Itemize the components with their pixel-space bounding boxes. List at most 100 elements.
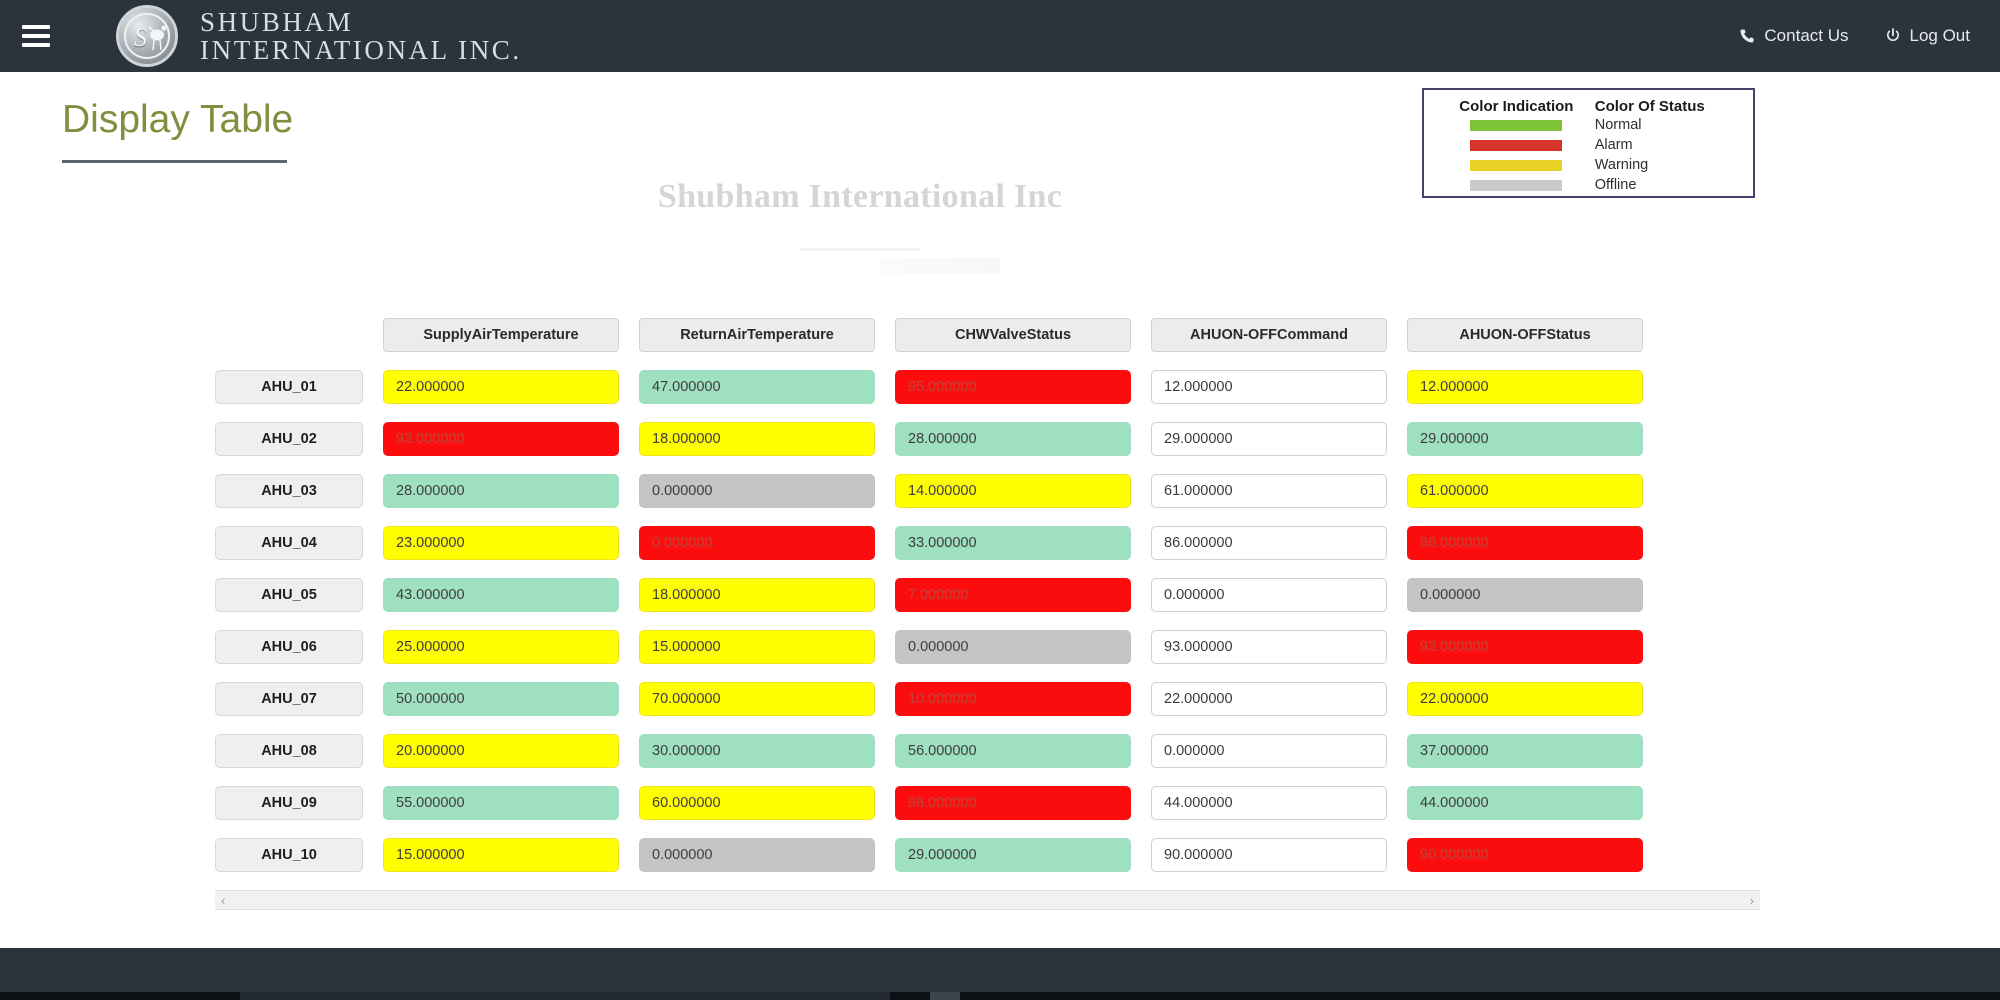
- brand-logo-group[interactable]: S SHUBHAM INTERNATIONAL INC.: [116, 5, 522, 67]
- row-label: AHU_05: [215, 578, 363, 612]
- hamburger-bar: [22, 34, 50, 38]
- status-cell: 61.000000: [1407, 474, 1643, 508]
- legend-status-label: Warning: [1594, 157, 1649, 173]
- command-input-field[interactable]: 93.000000: [1151, 630, 1387, 664]
- command-input-field[interactable]: 90.000000: [1151, 838, 1387, 872]
- log-out-link[interactable]: Log Out: [1885, 26, 1971, 46]
- status-cell: 12.000000: [1407, 370, 1643, 404]
- table-grid: SupplyAirTemperature ReturnAirTemperature…: [215, 318, 1760, 890]
- horizontal-scrollbar[interactable]: ‹ ›: [215, 890, 1760, 910]
- status-cell: 15.000000: [383, 838, 619, 872]
- status-cell: 90.000000: [1407, 838, 1643, 872]
- status-cell: 20.000000: [383, 734, 619, 768]
- scroll-right-arrow-icon[interactable]: ›: [1750, 893, 1754, 908]
- status-cell: 28.000000: [895, 422, 1131, 456]
- status-cell: 44.000000: [1407, 786, 1643, 820]
- status-cell: 0.000000: [1407, 578, 1643, 612]
- status-cell: 18.000000: [639, 422, 875, 456]
- logo-emblem-icon: [148, 25, 167, 51]
- row-label: AHU_03: [215, 474, 363, 508]
- phone-icon: [1740, 29, 1754, 43]
- command-input-field[interactable]: 0.000000: [1151, 734, 1387, 768]
- command-input-field[interactable]: 22.000000: [1151, 682, 1387, 716]
- command-input-field[interactable]: 0.000000: [1151, 578, 1387, 612]
- legend-swatch-cell: [1438, 119, 1595, 131]
- status-cell: 25.000000: [383, 630, 619, 664]
- status-cell: 0.000000: [895, 630, 1131, 664]
- contact-us-label: Contact Us: [1764, 26, 1849, 45]
- column-header: ReturnAirTemperature: [639, 318, 875, 352]
- status-cell: 18.000000: [639, 578, 875, 612]
- scroll-left-arrow-icon[interactable]: ‹: [221, 893, 225, 908]
- status-cell: 0.000000: [639, 838, 875, 872]
- display-table: SupplyAirTemperature ReturnAirTemperature…: [215, 318, 1760, 890]
- command-input-field[interactable]: 12.000000: [1151, 370, 1387, 404]
- legend-item: Alarm: [1424, 135, 1753, 155]
- status-cell: 95.000000: [895, 370, 1131, 404]
- brand-line-2: INTERNATIONAL INC.: [200, 35, 522, 65]
- row-label: AHU_10: [215, 838, 363, 872]
- watermark-decor-block: [880, 258, 1000, 274]
- legend-status-label: Alarm: [1594, 137, 1633, 153]
- legend-header-status: Color Of Status: [1594, 98, 1705, 115]
- brand-name: SHUBHAM INTERNATIONAL INC.: [200, 8, 522, 64]
- hamburger-bar: [22, 25, 50, 29]
- row-label: AHU_06: [215, 630, 363, 664]
- row-label: AHU_07: [215, 682, 363, 716]
- hamburger-menu-icon[interactable]: [14, 14, 58, 58]
- row-label: AHU_09: [215, 786, 363, 820]
- legend-swatch-cell: [1438, 159, 1595, 171]
- legend-swatch-cell: [1438, 139, 1595, 151]
- status-cell: 30.000000: [639, 734, 875, 768]
- column-header: AHUON-OFFStatus: [1407, 318, 1643, 352]
- status-cell: 0.000000: [639, 526, 875, 560]
- header-actions: Contact Us Log Out: [1739, 26, 1970, 46]
- hamburger-bar: [22, 43, 50, 47]
- status-cell: 56.000000: [895, 734, 1131, 768]
- status-cell: 93.000000: [383, 422, 619, 456]
- power-icon: [1886, 28, 1899, 42]
- command-input-field[interactable]: 44.000000: [1151, 786, 1387, 820]
- legend-header-color: Color Indication: [1459, 98, 1574, 115]
- legend-color-swatch: [1470, 139, 1563, 151]
- status-cell: 14.000000: [895, 474, 1131, 508]
- log-out-label: Log Out: [1909, 26, 1971, 45]
- column-header: AHUON-OFFCommand: [1151, 318, 1387, 352]
- legend-color-swatch: [1470, 159, 1563, 171]
- status-cell: 50.000000: [383, 682, 619, 716]
- row-label: AHU_01: [215, 370, 363, 404]
- status-cell: 15.000000: [639, 630, 875, 664]
- status-cell: 7.000000: [895, 578, 1131, 612]
- legend-header-row: Color Indication Color Of Status: [1424, 98, 1753, 115]
- contact-us-link[interactable]: Contact Us: [1739, 26, 1849, 46]
- command-input-field[interactable]: 29.000000: [1151, 422, 1387, 456]
- row-label: AHU_02: [215, 422, 363, 456]
- command-input-field[interactable]: 61.000000: [1151, 474, 1387, 508]
- command-input-field[interactable]: 86.000000: [1151, 526, 1387, 560]
- status-cell: 98.000000: [895, 786, 1131, 820]
- status-cell: 29.000000: [1407, 422, 1643, 456]
- os-taskbar-indicator: [930, 992, 960, 1000]
- top-header-bar: S SHUBHAM INTERNATIONAL INC. Contact Us: [0, 0, 2000, 72]
- row-label: AHU_08: [215, 734, 363, 768]
- company-logo-icon: S: [116, 5, 178, 67]
- legend-color-swatch: [1470, 119, 1563, 131]
- status-cell: 55.000000: [383, 786, 619, 820]
- status-cell: 28.000000: [383, 474, 619, 508]
- os-taskbar-segment: [240, 992, 890, 1000]
- status-cell: 23.000000: [383, 526, 619, 560]
- status-cell: 60.000000: [639, 786, 875, 820]
- legend-item: Warning: [1424, 155, 1753, 175]
- page-title: Display Table: [62, 98, 294, 141]
- status-cell: 37.000000: [1407, 734, 1643, 768]
- status-cell: 43.000000: [383, 578, 619, 612]
- status-cell: 0.000000: [639, 474, 875, 508]
- legend-status-label: Normal: [1594, 117, 1642, 133]
- page-title-underline: [62, 160, 287, 163]
- status-cell: 93.000000: [1407, 630, 1643, 664]
- status-cell: 86.000000: [1407, 526, 1643, 560]
- status-cell: 22.000000: [1407, 682, 1643, 716]
- brand-line-1: SHUBHAM: [200, 6, 354, 37]
- status-cell: 10.000000: [895, 682, 1131, 716]
- status-cell: 70.000000: [639, 682, 875, 716]
